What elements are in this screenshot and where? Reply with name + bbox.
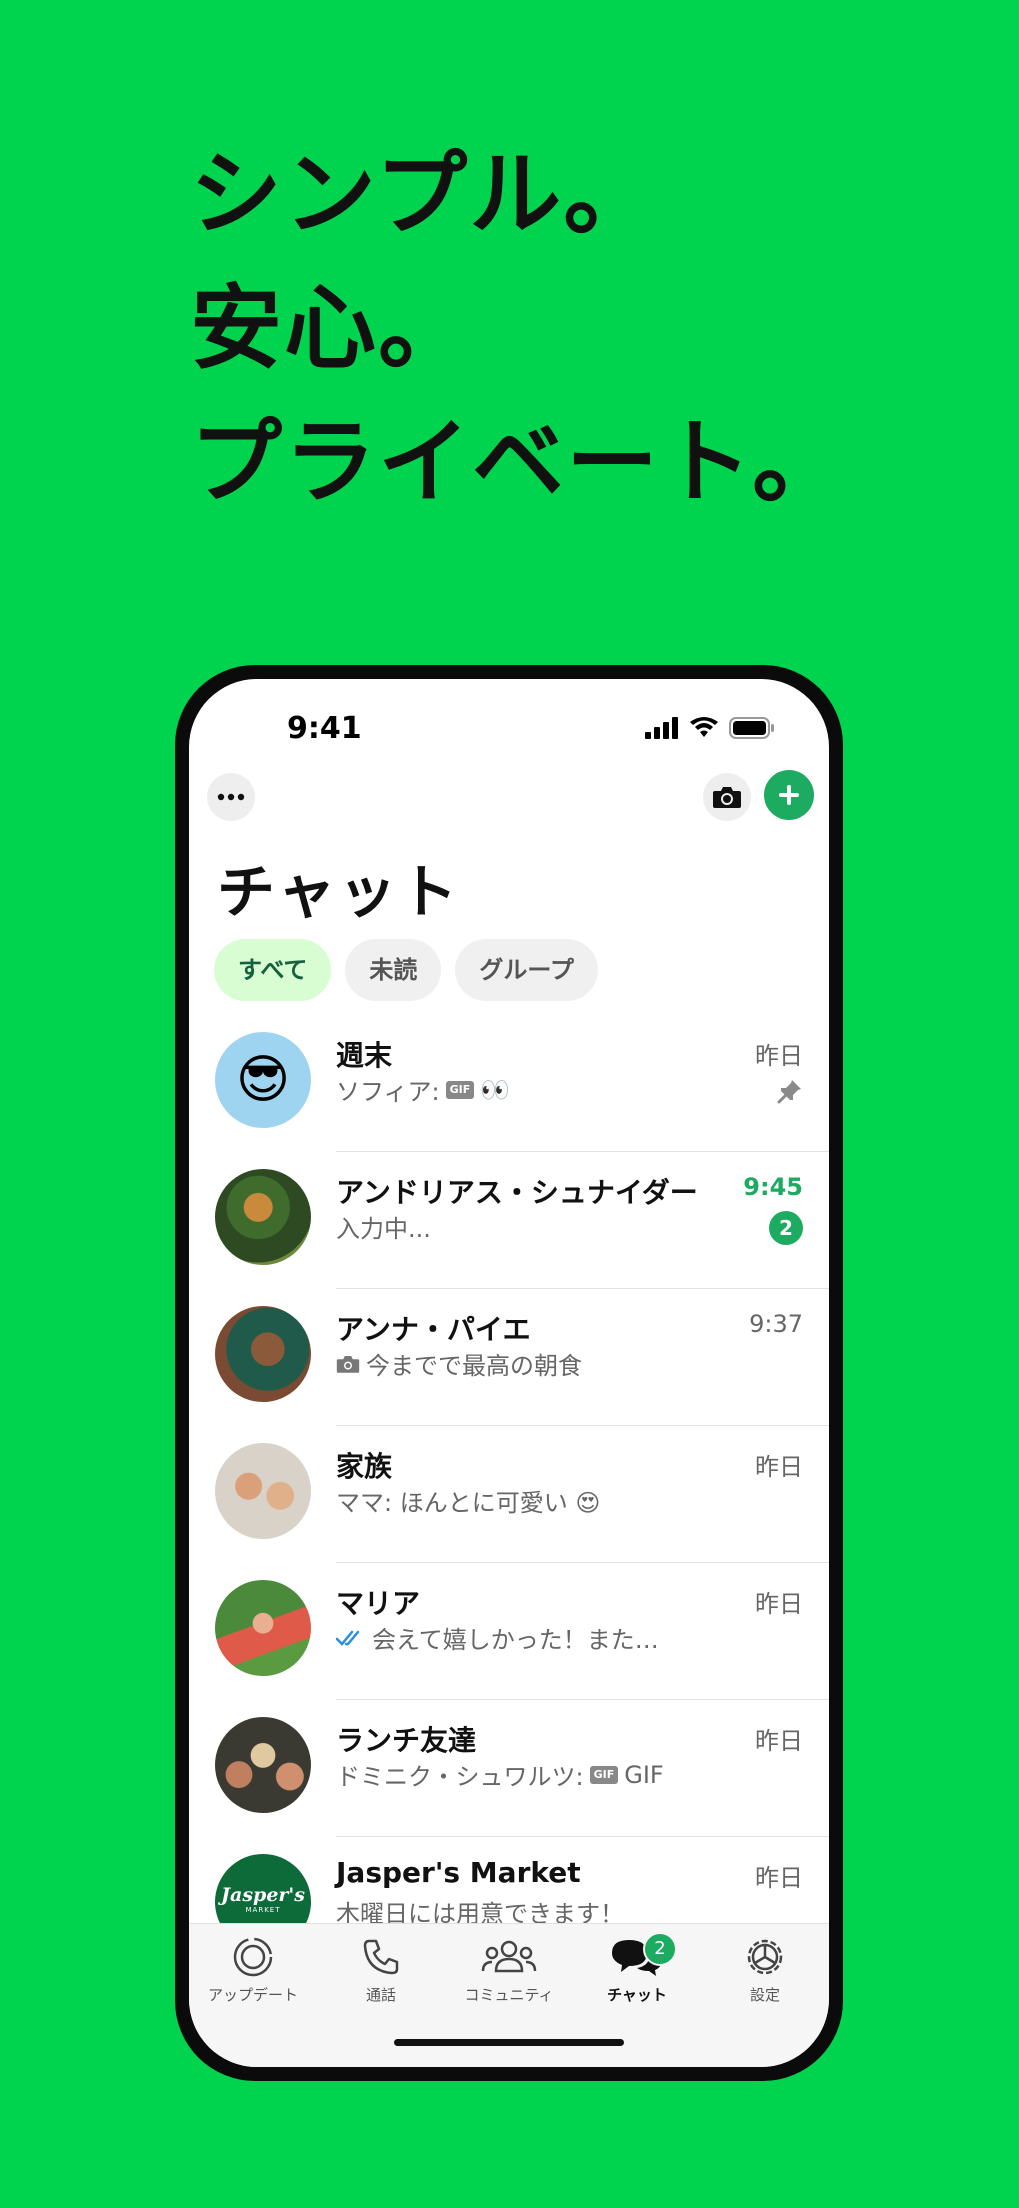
chat-time: 昨日: [755, 1727, 803, 1755]
chat-time: 9:37: [749, 1310, 803, 1338]
sunglasses-emoji-icon: 😎: [235, 1050, 291, 1110]
phone-icon: [363, 1939, 399, 1975]
avatar-logo-subtext: MARKET: [245, 1906, 281, 1914]
wifi-icon: [690, 717, 718, 737]
phone-screen: 9:41 チャット すべて 未読 グループ 😎 週末 昨日 ソフィア: GIF …: [189, 679, 829, 2067]
chat-time: 昨日: [755, 1042, 803, 1070]
chat-time: 昨日: [755, 1590, 803, 1618]
ellipsis-icon: [217, 793, 245, 801]
tab-label: 通話: [365, 1986, 396, 2004]
avatar-logo-text: Jasper's: [221, 1884, 305, 1906]
chat-preview: ソフィア: GIF 👀: [336, 1072, 510, 1107]
gif-icon: GIF: [589, 1765, 619, 1784]
chat-name: アンドリアス・シュナイダー: [336, 1176, 698, 1209]
avatar: [215, 1169, 311, 1265]
settings-icon: [747, 1939, 783, 1975]
preview-text: 会えて嬉しかった！また…: [372, 1626, 659, 1654]
chat-row-lunch-friends[interactable]: ランチ友達 昨日 ドミニク・シュワルツ: GIF GIF: [189, 1699, 829, 1836]
avatar: [215, 1580, 311, 1676]
home-indicator: [394, 2039, 624, 2046]
preview-sender: ドミニク・シュワルツ:: [336, 1763, 584, 1791]
chat-name: 家族: [336, 1450, 393, 1483]
tab-settings[interactable]: 設定: [701, 1932, 829, 2005]
new-chat-button[interactable]: [764, 770, 814, 820]
avatar: 😎: [215, 1032, 311, 1128]
chat-row-family[interactable]: 家族 昨日 ママ: ほんとに可愛い 😍: [189, 1425, 829, 1562]
status-time: 9:41: [287, 711, 362, 746]
avatar: [215, 1443, 311, 1539]
headline-line-1: シンプル。: [190, 141, 658, 248]
page-title: チャット: [217, 858, 461, 926]
preview-text: 今までで最高の朝食: [366, 1352, 582, 1380]
chat-row-andreas[interactable]: アンドリアス・シュナイダー 9:45 入力中... 2: [189, 1151, 829, 1288]
chat-row-maria[interactable]: マリア 昨日 会えて嬉しかった！また…: [189, 1562, 829, 1699]
unread-badge: 2: [769, 1211, 803, 1245]
headline-line-2: 安心。: [190, 275, 473, 382]
chat-row-weekend[interactable]: 😎 週末 昨日 ソフィア: GIF 👀: [189, 1014, 829, 1151]
tab-communities[interactable]: コミュニティ: [445, 1932, 573, 2005]
chat-row-anna[interactable]: アンナ・パイエ 9:37 今までで最高の朝食: [189, 1288, 829, 1425]
chat-list: 😎 週末 昨日 ソフィア: GIF 👀 アンドリアス・シュナイダー 9:45 入…: [189, 1014, 829, 1973]
divider: [336, 1699, 829, 1700]
plus-icon: [779, 785, 799, 805]
more-options-button[interactable]: [207, 773, 255, 821]
divider: [336, 1288, 829, 1289]
tab-chats[interactable]: 2 チャット: [573, 1932, 701, 2005]
gif-icon: GIF: [445, 1080, 475, 1099]
tab-label: アップデート: [207, 1986, 298, 2004]
avatar: [215, 1306, 311, 1402]
battery-icon: [729, 717, 774, 739]
divider: [336, 1425, 829, 1426]
chat-preview: 今までで最高の朝食: [336, 1346, 582, 1381]
filter-chips: すべて 未読 グループ: [214, 939, 598, 1001]
chat-preview: 入力中...: [336, 1215, 431, 1243]
camera-icon: [336, 1355, 360, 1373]
preview-text: GIF: [624, 1760, 664, 1789]
chat-name: マリア: [336, 1587, 421, 1620]
tab-calls[interactable]: 通話: [317, 1932, 445, 2005]
chat-name: Jasper's Market: [336, 1856, 581, 1889]
chat-time: 昨日: [755, 1453, 803, 1481]
avatar: [215, 1717, 311, 1813]
pin-icon: [777, 1080, 801, 1104]
tab-updates[interactable]: アップデート: [189, 1932, 317, 2005]
read-receipt-icon: [336, 1630, 360, 1646]
community-icon: [481, 1940, 537, 1973]
filter-groups[interactable]: グループ: [455, 939, 598, 1001]
headline-line-3: プライベート。: [190, 409, 847, 516]
chat-name: ランチ友達: [336, 1724, 477, 1757]
chat-preview: ママ: ほんとに可愛い 😍: [336, 1489, 601, 1517]
camera-button[interactable]: [703, 773, 751, 821]
chat-preview: ドミニク・シュワルツ: GIF GIF: [336, 1757, 664, 1792]
tab-label: 設定: [749, 1986, 780, 2004]
divider: [336, 1562, 829, 1563]
divider: [336, 1151, 829, 1152]
filter-unread[interactable]: 未読: [345, 939, 442, 1001]
tab-label: チャット: [607, 1986, 667, 2004]
chats-unread-badge: 2: [643, 1932, 677, 1966]
headline: シンプル。 安心。 プライベート。: [190, 128, 846, 530]
status-icons: [645, 717, 775, 739]
camera-icon: [713, 787, 741, 808]
preview-sender: ソフィア:: [336, 1078, 440, 1106]
preview-text: 👀: [480, 1075, 511, 1104]
chat-time: 昨日: [755, 1864, 803, 1892]
phone-frame: 9:41 チャット すべて 未読 グループ 😎 週末 昨日 ソフィア: GIF …: [175, 665, 843, 2081]
chat-name: アンナ・パイエ: [336, 1313, 531, 1346]
chat-preview: 会えて嬉しかった！また…: [336, 1620, 659, 1655]
filter-all[interactable]: すべて: [214, 939, 332, 1001]
updates-icon: [233, 1937, 273, 1977]
chat-name: 週末: [336, 1039, 393, 1072]
chat-time: 9:45: [743, 1173, 803, 1201]
signal-icon: [645, 717, 678, 739]
tab-label: コミュニティ: [464, 1986, 554, 2004]
divider: [336, 1836, 829, 1837]
